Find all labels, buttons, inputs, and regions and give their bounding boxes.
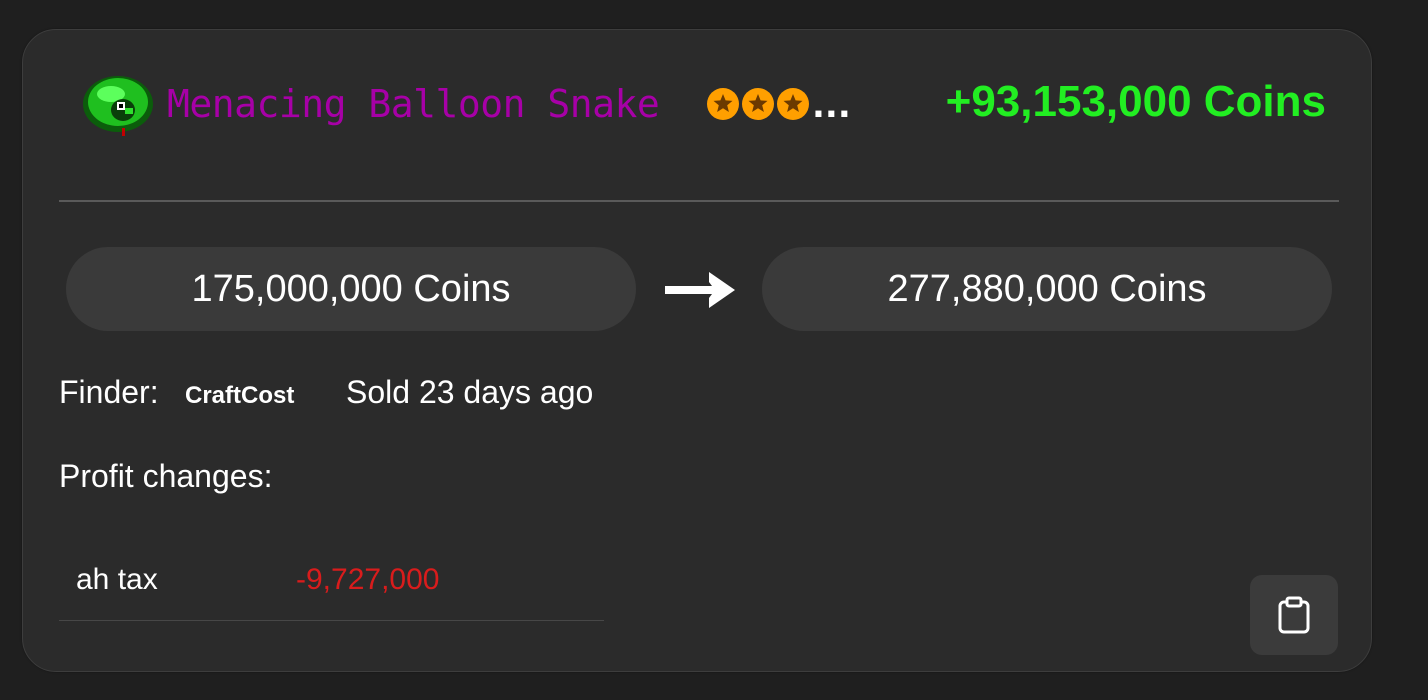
profit-changes-label: Profit changes: — [59, 458, 273, 494]
profit-change-label: ah tax — [76, 563, 158, 596]
item-stars: ... — [706, 84, 851, 124]
flip-header: Menacing Balloon Snake ... +93,153,000 C… — [79, 70, 1326, 140]
buy-price: 175,000,000 Coins — [66, 247, 636, 331]
right-arrow-icon — [665, 272, 735, 308]
clipboard-icon — [1278, 596, 1310, 634]
profit-change-row: ah tax -9,727,000 — [59, 556, 604, 621]
finder-label: Finder: — [59, 374, 159, 410]
flip-card: Menacing Balloon Snake ... +93,153,000 C… — [22, 29, 1372, 672]
profit-total: +93,153,000 Coins — [945, 77, 1326, 126]
copy-button[interactable] — [1250, 575, 1338, 655]
flip-meta: Finder: CraftCost Sold 23 days ago — [59, 370, 759, 414]
orange-star-circle-icon — [707, 88, 739, 120]
finder-name: CraftCost — [185, 382, 295, 409]
balloon-snake-pet-icon — [83, 76, 153, 136]
item-name: Menacing Balloon Snake — [167, 82, 660, 126]
orange-star-circle-icon — [777, 88, 809, 120]
sold-time: Sold 23 days ago — [346, 374, 594, 410]
sell-price: 277,880,000 Coins — [762, 247, 1332, 331]
orange-star-circle-icon — [742, 88, 774, 120]
profit-change-value: -9,727,000 — [296, 563, 440, 596]
name-overflow-ellipsis: ... — [812, 86, 851, 126]
header-divider — [59, 200, 1339, 202]
